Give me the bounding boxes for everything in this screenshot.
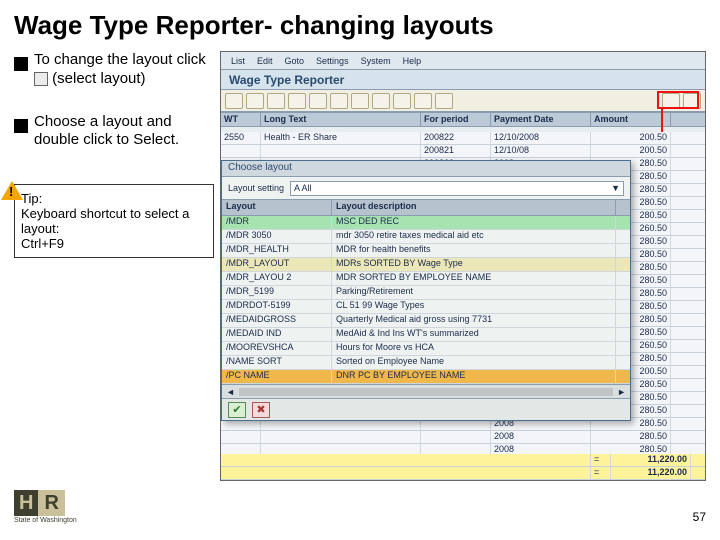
bullet-1-text-a: To change the layout click [34,51,206,68]
sap-window-title: Wage Type Reporter [221,70,705,90]
bullet-2-text: Choose a layout and double click to Sele… [34,113,214,151]
grid-header: WTLong TextFor periodPayment DateAmount [221,112,705,127]
warning-icon: ! [1,181,23,203]
choose-layout-dialog: Choose layout Layout setting A All ▼ Lay… [221,160,631,421]
chevron-down-icon: ▼ [611,183,620,193]
bullet-1-text-b: (select layout) [52,70,145,87]
toolbar-button[interactable] [393,93,411,109]
grid-col-2: For period [421,113,491,126]
layout-row[interactable]: /MDRDOT-5199CL 51 99 Wage Types [222,300,630,314]
bullet-icon [14,119,28,133]
tip-label: Tip: [21,191,42,206]
tip-body-1: Keyboard shortcut to select a layout: [21,206,207,236]
toolbar-button[interactable] [288,93,306,109]
toolbar-button[interactable] [330,93,348,109]
layout-setting-value: A All [294,183,312,193]
menu-settings[interactable]: Settings [316,56,349,66]
grid-col-3: Payment Date [491,113,591,126]
totals-row: =11,220.00 [221,467,706,480]
totals-row: =11,220.00 [221,454,706,467]
toolbar-button[interactable] [246,93,264,109]
bullet-1: To change the layout click (select layou… [14,51,214,89]
toolbar-button[interactable] [309,93,327,109]
dialog-col-0: Layout [222,200,332,215]
menu-help[interactable]: Help [403,56,422,66]
dialog-title: Choose layout [222,161,630,177]
sap-toolbar [221,90,705,112]
callout-highlight [657,91,699,109]
instruction-column: To change the layout click (select layou… [14,51,214,481]
layout-row[interactable]: /MDR_5199Parking/Retirement [222,286,630,300]
layout-row[interactable]: /MEDAIDGROSSQuarterly Medical aid gross … [222,314,630,328]
toolbar-button[interactable] [435,93,453,109]
layout-row[interactable]: /NAME SORTSorted on Employee Name [222,356,630,370]
layout-setting-dropdown[interactable]: A All ▼ [290,181,624,196]
menu-list[interactable]: List [231,56,245,66]
layout-row[interactable]: /MEDAID INDMedAid & Ind Ins WT's summari… [222,328,630,342]
layout-row[interactable]: /MOOREVSHCAHours for Moore vs HCA [222,342,630,356]
toolbar-button[interactable] [414,93,432,109]
select-layout-icon [34,72,48,86]
table-row: 2008280.50 [221,431,706,444]
layout-row[interactable]: /PC NAMEDNR PC BY EMPLOYEE NAME [222,370,630,384]
page-number: 57 [693,510,706,524]
tip-box: ! Tip: Keyboard shortcut to select a lay… [14,184,214,258]
layout-setting-label: Layout setting [228,183,284,193]
layout-row[interactable]: /MDR 3050mdr 3050 retire taxes medical a… [222,230,630,244]
grid-col-1: Long Text [261,113,421,126]
menu-goto[interactable]: Goto [285,56,305,66]
grid-col-4: Amount [591,113,671,126]
dialog-ok-button[interactable]: ✔ [228,402,246,418]
page-title: Wage Type Reporter- changing layouts [14,10,706,41]
dialog-footer: ✔ ✖ [222,398,630,420]
toolbar-button[interactable] [372,93,390,109]
toolbar-button[interactable] [225,93,243,109]
dialog-col-1: Layout description [332,200,616,215]
sap-menu-bar: List Edit Goto Settings System Help [221,52,705,70]
layout-row[interactable]: /MDRMSC DED REC [222,216,630,230]
toolbar-button[interactable] [267,93,285,109]
logo-subtitle: State of Washington [14,517,77,524]
bullet-2: Choose a layout and double click to Sele… [14,113,214,151]
logo-h: H [14,490,38,516]
hr-logo: H R State of Washington [14,490,77,524]
logo-r: R [38,490,64,516]
layout-row[interactable]: /MDR_LAYOU 2MDR SORTED BY EMPLOYEE NAME [222,272,630,286]
table-row: 20082112/10/08200.50 [221,145,706,158]
tip-body-2: Ctrl+F9 [21,236,207,251]
menu-system[interactable]: System [361,56,391,66]
grid-col-0: WT [221,113,261,126]
dialog-cancel-button[interactable]: ✖ [252,402,270,418]
menu-edit[interactable]: Edit [257,56,273,66]
bullet-icon [14,57,28,71]
layout-row[interactable]: /MDR_LAYOUTMDRs SORTED BY Wage Type [222,258,630,272]
dialog-grid-header: LayoutLayout description [222,200,630,216]
table-row: 2550Health - ER Share20082212/10/2008200… [221,132,706,145]
toolbar-button[interactable] [351,93,369,109]
sap-window: List Edit Goto Settings System Help Wage… [220,51,706,481]
chevron-right-icon: ► [617,387,626,397]
chevron-left-icon: ◄ [226,387,235,397]
layout-row[interactable]: /MDR_HEALTHMDR for health benefits [222,244,630,258]
dialog-hscroll[interactable]: ◄ ► [222,384,630,398]
